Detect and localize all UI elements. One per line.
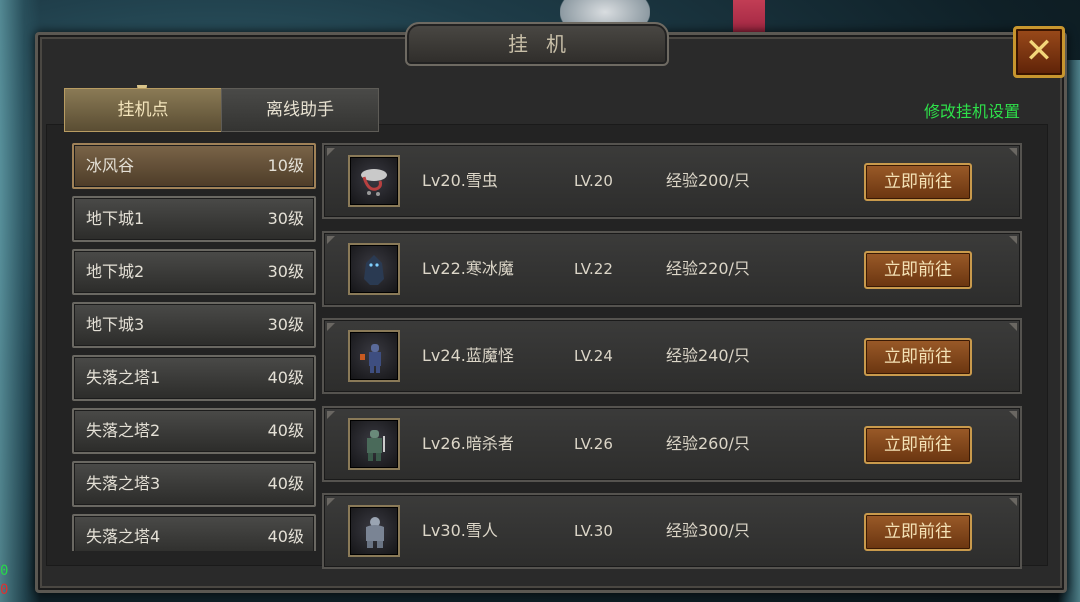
go-now-button[interactable]: 立即前往 — [864, 513, 972, 551]
ice-demon-icon — [348, 242, 400, 295]
zone-item[interactable]: 地下城2 30级 — [72, 249, 316, 295]
zone-level: 40级 — [267, 474, 304, 493]
debug-counter-bottom: 0 — [0, 582, 9, 598]
zone-level: 10级 — [267, 156, 304, 175]
go-now-button[interactable]: 立即前往 — [864, 250, 972, 289]
zone-name: 地下城1 — [86, 209, 145, 228]
tab-offline-assistant[interactable]: 离线助手 — [221, 88, 379, 132]
monster-level: LV.26 — [574, 434, 613, 453]
zone-level: 40级 — [267, 368, 304, 387]
zone-name: 失落之塔2 — [86, 421, 161, 440]
monster-row: Lv22.寒冰魔 LV.22 经验220/只 立即前往 — [322, 230, 1022, 307]
zone-name: 失落之塔3 — [86, 474, 161, 493]
zone-name: 失落之塔4 — [86, 527, 161, 546]
zone-item[interactable]: 冰风谷 10级 — [72, 143, 316, 189]
zone-level: 40级 — [267, 527, 304, 546]
zone-level: 40级 — [267, 421, 304, 440]
monster-exp: 经验260/只 — [666, 433, 750, 453]
zone-name: 失落之塔1 — [86, 368, 161, 387]
background-banner — [733, 0, 765, 34]
monster-name: Lv26.暗杀者 — [422, 433, 514, 453]
monster-exp: 经验220/只 — [666, 258, 750, 278]
modify-afk-settings-link[interactable]: 修改挂机设置 — [924, 98, 1020, 122]
monster-level: LV.22 — [574, 259, 613, 278]
monster-exp: 经验240/只 — [666, 346, 750, 365]
close-button[interactable]: ✕ — [1013, 26, 1065, 78]
zone-list: 冰风谷 10级 地下城1 30级 地下城2 30级 地下城3 30级 失落之塔1… — [72, 143, 316, 551]
zone-item[interactable]: 失落之塔4 40级 — [72, 514, 316, 551]
monster-level: LV.30 — [574, 522, 613, 540]
zone-name: 地下城2 — [86, 262, 145, 281]
zone-item[interactable]: 失落之塔3 40级 — [72, 461, 316, 507]
zone-item[interactable]: 地下城3 30级 — [72, 302, 316, 348]
panel-title: 挂机 — [405, 22, 669, 66]
snow-worm-icon — [348, 155, 400, 207]
zone-name: 冰风谷 — [86, 156, 135, 175]
monster-level: LV.20 — [574, 172, 613, 190]
monster-name: Lv20.雪虫 — [422, 171, 498, 190]
monster-name: Lv22.寒冰魔 — [422, 258, 514, 278]
monster-row: Lv26.暗杀者 LV.26 经验260/只 立即前往 — [322, 405, 1022, 482]
monster-row: Lv24.蓝魔怪 LV.24 经验240/只 立即前往 — [322, 318, 1022, 394]
monster-exp: 经验200/只 — [666, 171, 750, 190]
blue-monster-icon — [348, 330, 400, 382]
background-mist-left — [0, 0, 40, 602]
go-now-button[interactable]: 立即前往 — [864, 425, 972, 464]
monster-row: Lv30.雪人 LV.30 经验300/只 立即前往 — [322, 493, 1022, 569]
yeti-icon — [348, 505, 400, 557]
zone-item[interactable]: 地下城1 30级 — [72, 196, 316, 242]
tab-afk-points[interactable]: 挂机点 — [64, 88, 222, 132]
monster-list: Lv20.雪虫 LV.20 经验200/只 立即前往 Lv22.寒冰魔 LV.2… — [322, 143, 1022, 581]
monster-exp: 经验300/只 — [666, 521, 750, 540]
zone-item[interactable]: 失落之塔1 40级 — [72, 355, 316, 401]
monster-name: Lv30.雪人 — [422, 521, 498, 540]
monster-name: Lv24.蓝魔怪 — [422, 346, 514, 365]
zone-level: 30级 — [267, 209, 304, 228]
zone-item[interactable]: 失落之塔2 40级 — [72, 408, 316, 454]
go-now-button[interactable]: 立即前往 — [864, 338, 972, 376]
monster-level: LV.24 — [574, 347, 613, 365]
zone-level: 30级 — [267, 315, 304, 334]
debug-counter-top: 0 — [0, 563, 9, 579]
assassin-icon — [348, 417, 400, 470]
go-now-button[interactable]: 立即前往 — [864, 163, 972, 201]
zone-level: 30级 — [267, 262, 304, 281]
zone-name: 地下城3 — [86, 315, 145, 334]
monster-row: Lv20.雪虫 LV.20 经验200/只 立即前往 — [322, 143, 1022, 219]
